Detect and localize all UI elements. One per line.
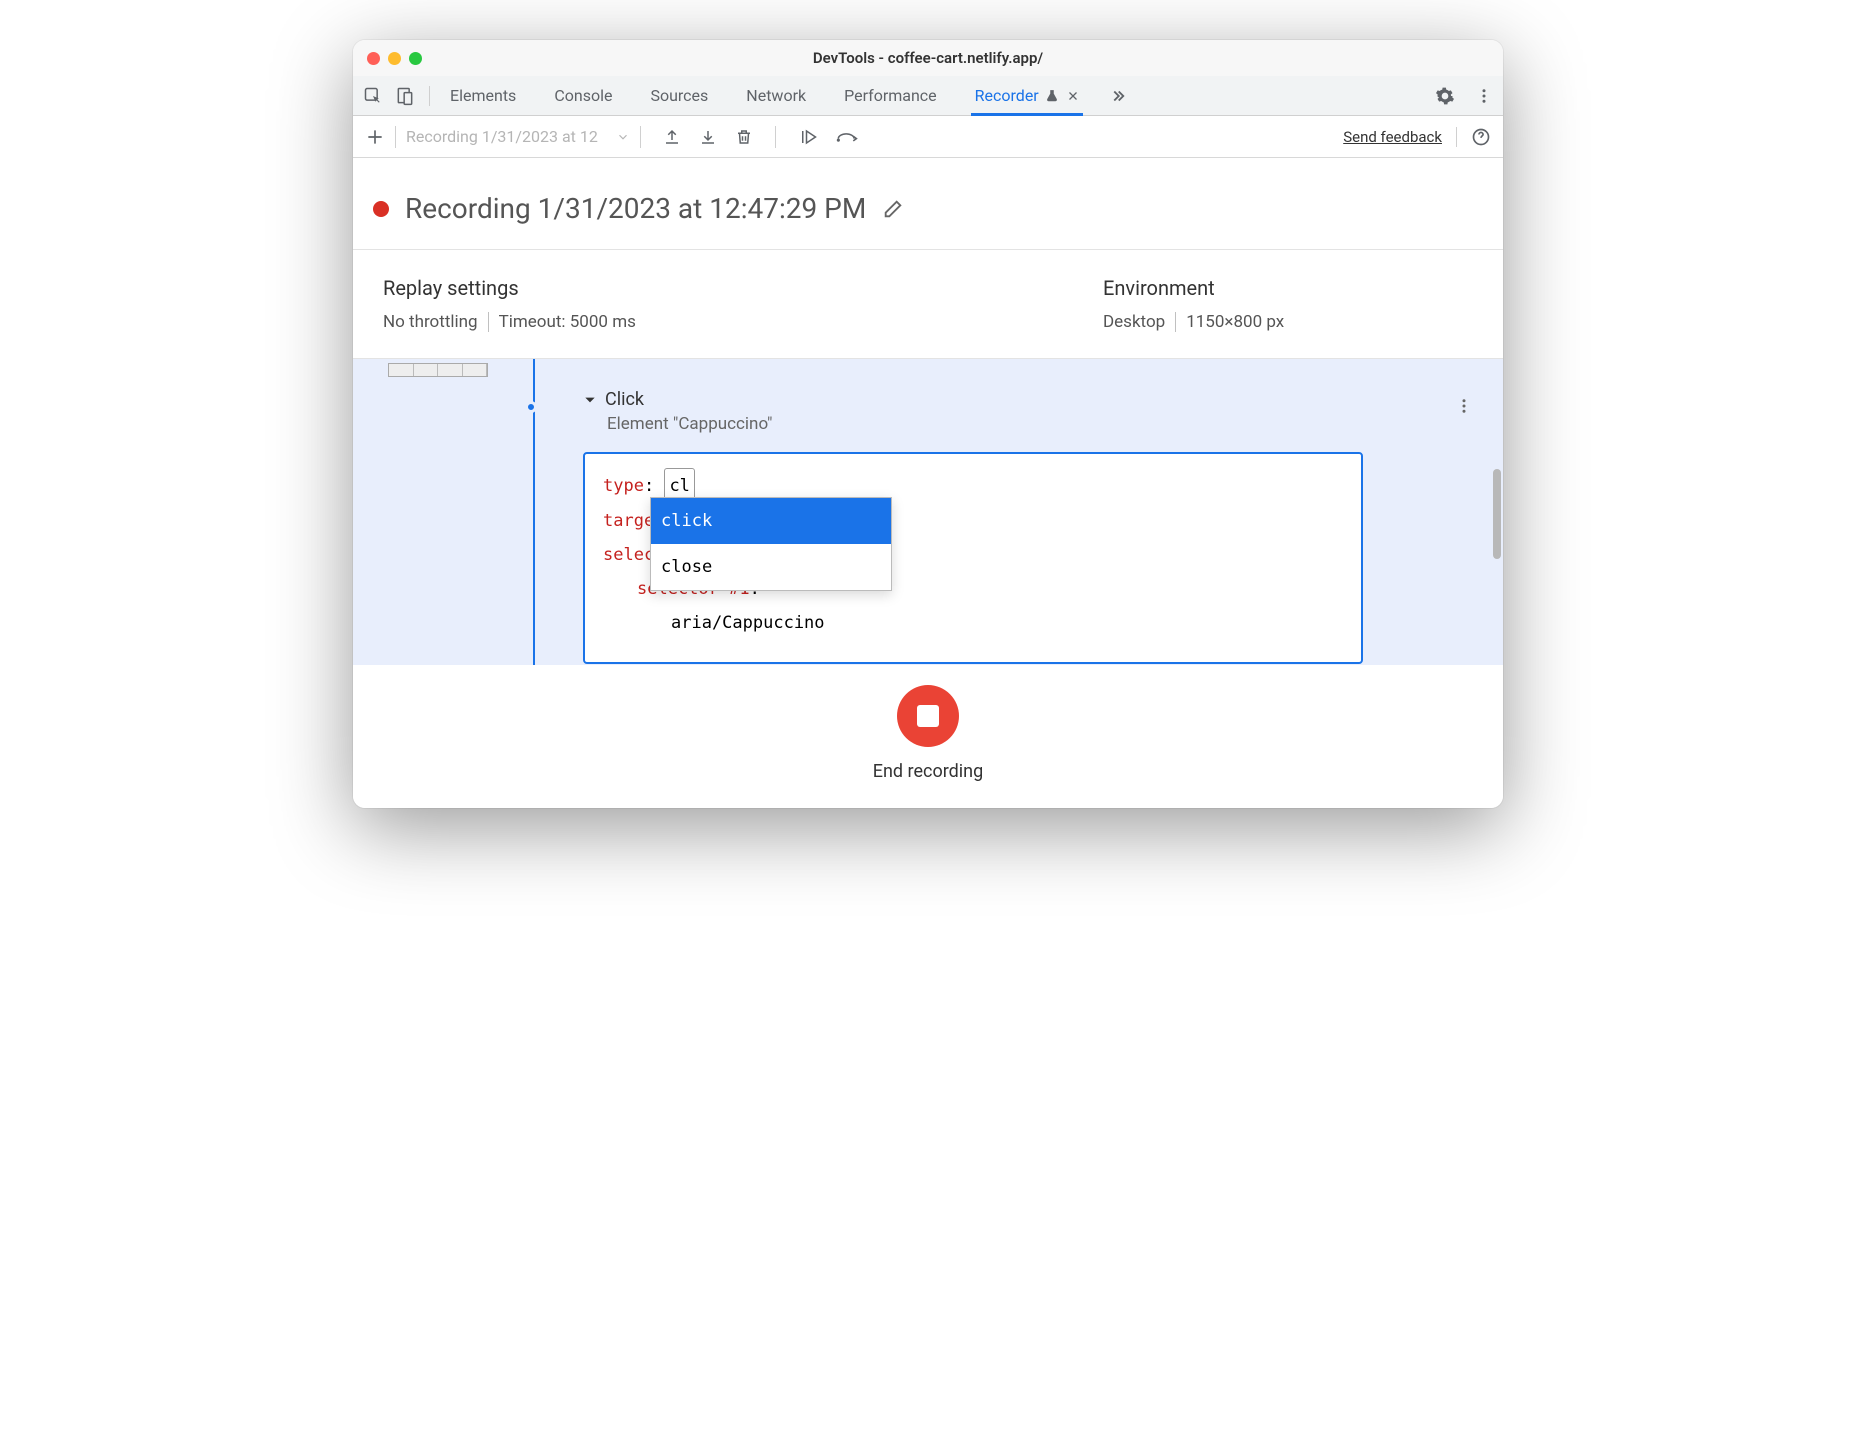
stop-icon xyxy=(917,705,939,727)
import-icon[interactable] xyxy=(699,128,717,146)
end-recording-button[interactable] xyxy=(897,685,959,747)
new-recording-button[interactable] xyxy=(365,127,385,147)
step-item: Click Element "Cappuccino" type: cl targ… xyxy=(583,359,1503,664)
panel-tabs: Elements Console Sources Network Perform… xyxy=(450,76,1127,115)
tab-sources[interactable]: Sources xyxy=(650,76,708,115)
recorder-toolbar: Recording 1/31/2023 at 12 xyxy=(353,116,1503,158)
step-kebab-icon[interactable] xyxy=(1455,397,1473,415)
traffic-lights xyxy=(367,52,422,65)
replay-settings-group: Replay settings No throttling Timeout: 5… xyxy=(383,276,753,332)
recording-selector[interactable]: Recording 1/31/2023 at 12 xyxy=(406,127,630,146)
collapse-icon xyxy=(583,393,597,407)
throttling-value[interactable]: No throttling xyxy=(383,312,478,332)
scrollbar[interactable] xyxy=(1493,469,1501,559)
viewport-value[interactable]: 1150×800 px xyxy=(1186,312,1284,332)
selector2-label: selector #2 xyxy=(637,647,750,648)
tab-network[interactable]: Network xyxy=(746,76,806,115)
timeout-value[interactable]: Timeout: 5000 ms xyxy=(499,312,636,332)
dropdown-option-close[interactable]: close xyxy=(651,544,891,590)
device-value[interactable]: Desktop xyxy=(1103,312,1165,332)
autocomplete-dropdown: click close xyxy=(650,497,892,591)
environment-group: Environment Desktop 1150×800 px xyxy=(1103,276,1473,332)
step-header[interactable]: Click xyxy=(583,389,1503,410)
flask-icon xyxy=(1045,89,1059,103)
tab-console[interactable]: Console xyxy=(554,76,612,115)
window-title: DevTools - coffee-cart.netlify.app/ xyxy=(353,49,1503,67)
more-tabs-icon[interactable] xyxy=(1109,87,1127,105)
timeline-line xyxy=(533,359,535,665)
tab-elements[interactable]: Elements xyxy=(450,76,516,115)
chevron-down-icon xyxy=(616,130,630,144)
step-subtitle: Element "Cappuccino" xyxy=(607,414,1503,434)
titlebar: DevTools - coffee-cart.netlify.app/ xyxy=(353,40,1503,76)
export-icon[interactable] xyxy=(663,128,681,146)
inspect-element-icon[interactable] xyxy=(363,86,383,106)
settings-gear-icon[interactable] xyxy=(1435,86,1455,106)
step-icon[interactable] xyxy=(836,128,858,146)
replay-icon[interactable] xyxy=(798,128,818,146)
screenshot-thumbnails[interactable] xyxy=(388,363,488,377)
tab-recorder[interactable]: Recorder xyxy=(975,76,1079,115)
close-tab-icon[interactable] xyxy=(1067,90,1079,102)
settings-row: Replay settings No throttling Timeout: 5… xyxy=(353,250,1503,359)
recording-selector-label: Recording 1/31/2023 at 12 xyxy=(406,127,598,146)
steps-area: Click Element "Cappuccino" type: cl targ… xyxy=(353,359,1503,665)
send-feedback-link[interactable]: Send feedback xyxy=(1343,128,1442,146)
environment-heading: Environment xyxy=(1103,276,1473,300)
step-label: Click xyxy=(605,389,644,410)
step-editor[interactable]: type: cl target select selector #1: aria… xyxy=(583,452,1363,664)
panel-tabs-bar: Elements Console Sources Network Perform… xyxy=(353,76,1503,116)
close-window-button[interactable] xyxy=(367,52,380,65)
minimize-window-button[interactable] xyxy=(388,52,401,65)
kebab-menu-icon[interactable] xyxy=(1475,87,1493,105)
edit-title-icon[interactable] xyxy=(882,198,904,220)
replay-settings-heading: Replay settings xyxy=(383,276,753,300)
end-recording-label: End recording xyxy=(873,761,983,782)
recording-indicator-icon xyxy=(373,201,389,217)
delete-icon[interactable] xyxy=(735,128,753,146)
help-icon[interactable] xyxy=(1456,127,1491,147)
device-toolbar-icon[interactable] xyxy=(395,86,415,106)
footer: End recording xyxy=(353,665,1503,808)
tab-performance[interactable]: Performance xyxy=(844,76,937,115)
recording-title: Recording 1/31/2023 at 12:47:29 PM xyxy=(405,192,866,225)
recording-title-row: Recording 1/31/2023 at 12:47:29 PM xyxy=(353,158,1503,250)
maximize-window-button[interactable] xyxy=(409,52,422,65)
selector1-value[interactable]: aria/Cappuccino xyxy=(671,606,1343,640)
dropdown-option-click[interactable]: click xyxy=(651,498,891,544)
devtools-window: DevTools - coffee-cart.netlify.app/ Elem… xyxy=(353,40,1503,808)
type-key: type xyxy=(603,476,644,496)
timeline-current-dot xyxy=(525,401,537,413)
